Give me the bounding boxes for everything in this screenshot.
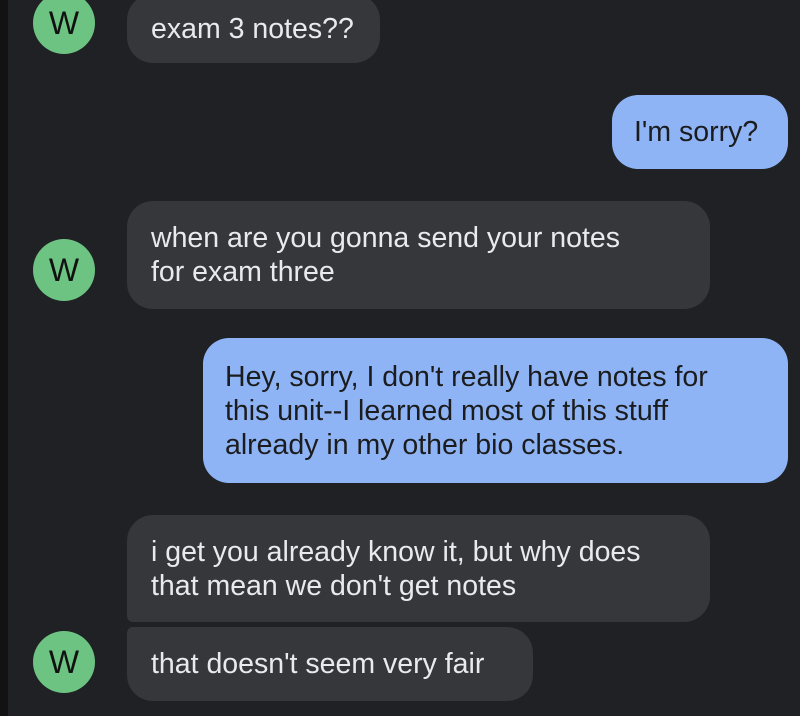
message-text: exam 3 notes??: [151, 12, 354, 45]
avatar-letter: W: [48, 5, 80, 41]
message-bubble-incoming[interactable]: when are you gonna send your notes for e…: [127, 201, 710, 309]
message-bubble-incoming[interactable]: i get you already know it, but why does …: [127, 515, 710, 622]
window-edge: [0, 0, 8, 716]
message-bubble-incoming[interactable]: that doesn't seem very fair: [127, 627, 533, 701]
avatar-letter: W: [48, 644, 80, 680]
message-text: Hey, sorry, I don't really have notes fo…: [225, 360, 708, 461]
message-text: when are you gonna send your notes for e…: [151, 222, 620, 288]
avatar-letter: W: [48, 252, 80, 288]
message-text: I'm sorry?: [634, 116, 759, 148]
message-text: that doesn't seem very fair: [151, 648, 485, 680]
message-bubble-incoming[interactable]: exam 3 notes??: [127, 0, 380, 63]
contact-avatar[interactable]: W: [33, 0, 95, 54]
message-bubble-outgoing[interactable]: I'm sorry?: [612, 95, 788, 169]
contact-avatar[interactable]: W: [33, 239, 95, 301]
contact-avatar[interactable]: W: [33, 631, 95, 693]
message-bubble-outgoing[interactable]: Hey, sorry, I don't really have notes fo…: [203, 338, 788, 483]
message-text: i get you already know it, but why does …: [151, 535, 641, 602]
